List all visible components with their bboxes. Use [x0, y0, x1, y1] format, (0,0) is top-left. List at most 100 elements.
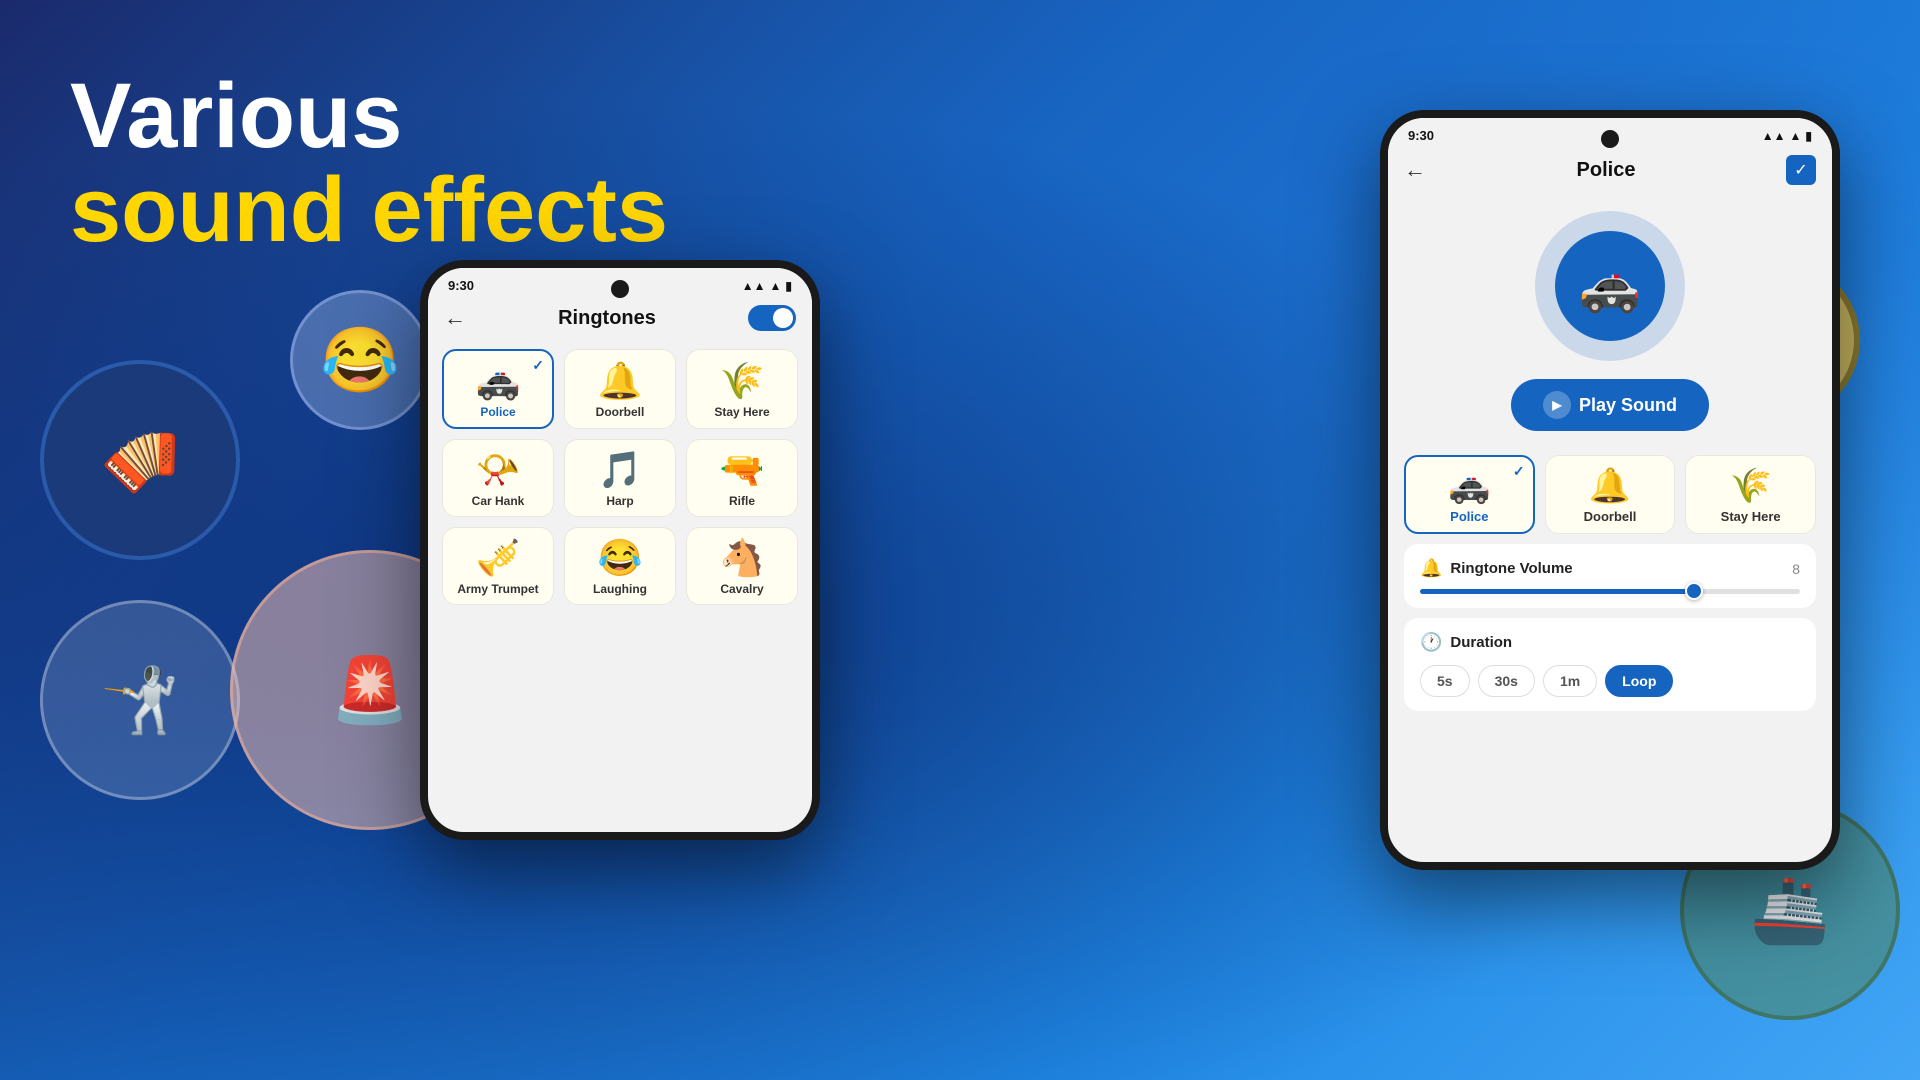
- deco-harp-circle: 🪗: [40, 360, 240, 560]
- phone2-wifi-icon: ▲: [1790, 129, 1802, 143]
- phone1-back-button[interactable]: ←: [444, 305, 466, 331]
- cavalry-icon: 🤺: [100, 663, 180, 738]
- phone2-stayhere-icon: 🌾: [1729, 469, 1771, 503]
- phone1: 9:30 ▲▲ ▲ ▮ ← Ringtones ✓ 🚓 Police: [420, 260, 820, 840]
- duration-loop-button[interactable]: Loop: [1605, 665, 1673, 697]
- phone1-title: Ringtones: [558, 307, 656, 330]
- rifle-icon: 🔫: [720, 452, 765, 488]
- toggle-knob: [773, 308, 793, 328]
- phone2-battery-icon: ▮: [1805, 129, 1812, 143]
- ringtone-item-doorbell[interactable]: 🔔 Doorbell: [564, 349, 676, 429]
- duration-buttons: 5s 30s 1m Loop: [1420, 665, 1800, 697]
- volume-label-group: 🔔 Ringtone Volume: [1420, 558, 1573, 579]
- phone2-doorbell-icon: 🔔: [1589, 469, 1631, 503]
- phone2-signal-icon: ▲▲: [1762, 129, 1786, 143]
- rifle-label: Rifle: [729, 494, 755, 508]
- laugh-icon: 😂: [320, 323, 400, 398]
- phone2-check-button[interactable]: ✓: [1786, 155, 1816, 185]
- duration-30s-button[interactable]: 30s: [1478, 665, 1535, 697]
- ringtone-item-carhank[interactable]: 📯 Car Hank: [442, 439, 554, 517]
- phone2-time: 9:30: [1408, 128, 1434, 143]
- stayhere-label: Stay Here: [714, 405, 769, 419]
- signal-icon: ▲▲: [742, 279, 766, 293]
- phone1-app-header: ← Ringtones: [428, 297, 812, 341]
- duration-label: Duration: [1450, 634, 1512, 651]
- phone2-item-stayhere[interactable]: 🌾 Stay Here: [1685, 455, 1816, 534]
- phone1-status-icons: ▲▲ ▲ ▮: [742, 279, 792, 293]
- phone1-wrapper: 9:30 ▲▲ ▲ ▮ ← Ringtones ✓ 🚓 Police: [420, 260, 820, 840]
- ringtone-item-cavalry[interactable]: 🐴 Cavalry: [686, 527, 798, 605]
- headline-line1: Various: [70, 70, 668, 162]
- police-large-icon: 🚓: [1579, 257, 1641, 316]
- volume-slider-thumb[interactable]: [1685, 582, 1703, 600]
- phone2-wrapper: 9:30 ▲▲ ▲ ▮ ← Police ✓ 🚓 ▶ Play Sound: [1380, 110, 1840, 870]
- armytrumpet-icon: 🎺: [476, 540, 521, 576]
- phone2-title: Police: [1577, 159, 1636, 182]
- cavalry-label: Cavalry: [720, 582, 763, 596]
- ringtone-item-armytrumpet[interactable]: 🎺 Army Trumpet: [442, 527, 554, 605]
- volume-slider-track[interactable]: [1420, 589, 1800, 594]
- phone2-bottom-grid: ✓ 🚓 Police 🔔 Doorbell 🌾 Stay Here: [1388, 449, 1832, 544]
- duration-header: 🕐 Duration: [1420, 632, 1800, 653]
- phone2-notch: [1601, 130, 1619, 148]
- phone1-toggle[interactable]: [748, 305, 796, 331]
- doorbell-icon: 🔔: [598, 363, 643, 399]
- battery-icon: ▮: [785, 279, 792, 293]
- police-icon-large: 🚓: [1388, 211, 1832, 361]
- alarm-icon: 🚨: [330, 653, 410, 728]
- ringtone-item-stayhere[interactable]: 🌾 Stay Here: [686, 349, 798, 429]
- headline: Various sound effects: [70, 70, 668, 259]
- phone2-back-button[interactable]: ←: [1404, 157, 1426, 183]
- carhank-icon: 📯: [476, 452, 521, 488]
- duration-clock-icon: 🕐: [1420, 632, 1442, 653]
- volume-header: 🔔 Ringtone Volume 8: [1420, 558, 1800, 579]
- phone2-police-label: Police: [1450, 509, 1488, 524]
- play-sound-label: Play Sound: [1579, 395, 1677, 416]
- stayhere-icon: 🌾: [720, 363, 765, 399]
- police-label: Police: [480, 405, 515, 419]
- ringtone-item-rifle[interactable]: 🔫 Rifle: [686, 439, 798, 517]
- police-inner-circle: 🚓: [1555, 231, 1665, 341]
- ship-icon: 🚢: [1750, 873, 1830, 948]
- duration-5s-button[interactable]: 5s: [1420, 665, 1470, 697]
- deco-cavalry-circle: 🤺: [40, 600, 240, 800]
- headline-line2: sound effects: [70, 162, 668, 259]
- armytrumpet-label: Army Trumpet: [457, 582, 538, 596]
- wifi-icon: ▲: [770, 279, 782, 293]
- duration-section: 🕐 Duration 5s 30s 1m Loop: [1404, 618, 1816, 711]
- ringtone-item-harp[interactable]: 🎵 Harp: [564, 439, 676, 517]
- laughing-icon: 😂: [598, 540, 643, 576]
- harp-ringtone-icon: 🎵: [598, 452, 643, 488]
- phone2-stayhere-label: Stay Here: [1721, 509, 1781, 524]
- play-icon: ▶: [1543, 391, 1571, 419]
- ringtone-item-police[interactable]: ✓ 🚓 Police: [442, 349, 554, 429]
- phone1-time: 9:30: [448, 278, 474, 293]
- play-sound-button[interactable]: ▶ Play Sound: [1511, 379, 1709, 431]
- volume-label: Ringtone Volume: [1450, 560, 1572, 577]
- harp-icon: 🪗: [100, 423, 180, 498]
- volume-value: 8: [1792, 561, 1800, 577]
- ringtone-item-laughing[interactable]: 😂 Laughing: [564, 527, 676, 605]
- phone2-doorbell-label: Doorbell: [1584, 509, 1637, 524]
- doorbell-label: Doorbell: [596, 405, 645, 419]
- volume-slider-fill: [1420, 589, 1694, 594]
- phone2-app-header: ← Police ✓: [1388, 147, 1832, 195]
- phone2: 9:30 ▲▲ ▲ ▮ ← Police ✓ 🚓 ▶ Play Sound: [1380, 110, 1840, 870]
- laughing-label: Laughing: [593, 582, 647, 596]
- police-outer-circle: 🚓: [1535, 211, 1685, 361]
- harp-label: Harp: [606, 494, 633, 508]
- phone2-police-icon: 🚓: [1448, 469, 1490, 503]
- phone1-ringtone-grid: ✓ 🚓 Police 🔔 Doorbell 🌾 Stay Here 📯 Car …: [428, 341, 812, 613]
- deco-laugh-circle: 😂: [290, 290, 430, 430]
- phone2-item-doorbell[interactable]: 🔔 Doorbell: [1545, 455, 1676, 534]
- cavalry-ringtone-icon: 🐴: [720, 540, 765, 576]
- police-icon: 🚓: [476, 363, 521, 399]
- duration-1m-button[interactable]: 1m: [1543, 665, 1597, 697]
- phone2-item-police[interactable]: ✓ 🚓 Police: [1404, 455, 1535, 534]
- phone1-notch: [611, 280, 629, 298]
- phone2-police-check: ✓: [1513, 463, 1525, 480]
- volume-section: 🔔 Ringtone Volume 8: [1404, 544, 1816, 608]
- volume-bell-icon: 🔔: [1420, 558, 1442, 579]
- phone2-status-icons: ▲▲ ▲ ▮: [1762, 129, 1812, 143]
- carhank-label: Car Hank: [472, 494, 525, 508]
